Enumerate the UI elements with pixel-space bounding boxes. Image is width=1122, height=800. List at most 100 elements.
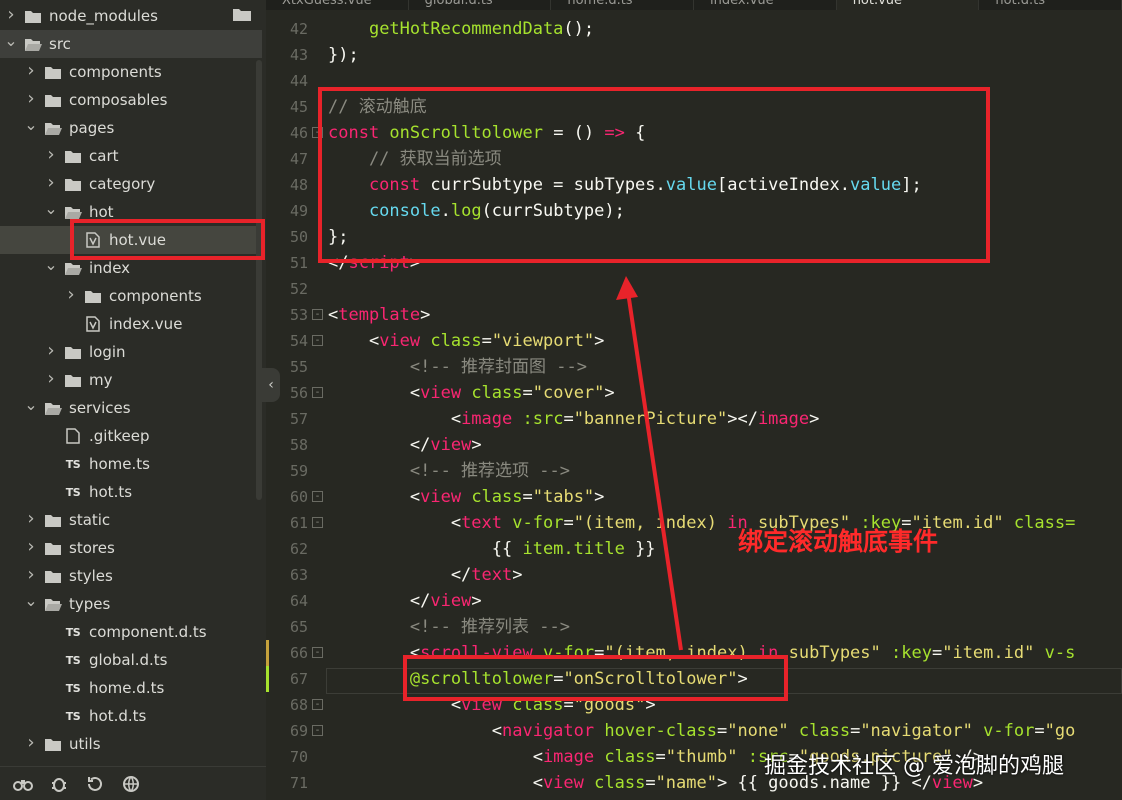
code-line[interactable]: 64 </view> bbox=[266, 588, 1122, 614]
code-line[interactable]: 63 </text> bbox=[266, 562, 1122, 588]
tree-item-hot-vue[interactable]: hot.vue bbox=[0, 226, 262, 254]
code-line[interactable]: 61- <text v-for="(item, index) in subTyp… bbox=[266, 510, 1122, 536]
code-line[interactable]: 44 bbox=[266, 68, 1122, 94]
tree-item-components[interactable]: › components bbox=[0, 58, 262, 86]
git-sync-icon[interactable] bbox=[84, 774, 106, 794]
tree-item-component-d-ts[interactable]: TS component.d.ts bbox=[0, 618, 262, 646]
code-line[interactable]: 53- <template> bbox=[266, 302, 1122, 328]
code-line[interactable]: 60- <view class="tabs"> bbox=[266, 484, 1122, 510]
chevron-down-icon[interactable]: ⌄ bbox=[24, 591, 38, 610]
fold-toggle[interactable]: - bbox=[312, 309, 323, 320]
chevron-down-icon[interactable]: ⌄ bbox=[24, 115, 38, 134]
editor-tab[interactable]: XtxGuess.vue bbox=[266, 0, 409, 10]
code-line[interactable]: 66- <scroll-view v-for="(item, index) in… bbox=[266, 640, 1122, 666]
tree-item-category[interactable]: › category bbox=[0, 170, 262, 198]
editor-tab[interactable]: home.d.ts bbox=[551, 0, 695, 10]
chevron-right-icon[interactable]: › bbox=[44, 144, 58, 165]
tree-item-hot-d-ts[interactable]: TS hot.d.ts bbox=[0, 702, 262, 730]
tree-item-home-ts[interactable]: TS home.ts bbox=[0, 450, 262, 478]
editor-tab[interactable]: index.vue bbox=[694, 0, 837, 10]
code-line[interactable]: 43}); bbox=[266, 42, 1122, 68]
editor-tab[interactable]: global.d.ts bbox=[409, 0, 552, 10]
tree-item-static[interactable]: › static bbox=[0, 506, 262, 534]
fold-toggle[interactable]: - bbox=[312, 725, 323, 736]
tree-item-types[interactable]: ⌄ types bbox=[0, 590, 262, 618]
code-token: hover-class bbox=[604, 721, 717, 741]
code-line[interactable]: 51 </script> bbox=[266, 250, 1122, 276]
chevron-right-icon[interactable]: › bbox=[4, 4, 18, 25]
tree-item-index-vue[interactable]: index.vue bbox=[0, 310, 262, 338]
code-line[interactable]: 55 <!-- 推荐封面图 --> bbox=[266, 354, 1122, 380]
code-line[interactable]: 42 getHotRecommendData(); bbox=[266, 16, 1122, 42]
code-token: image bbox=[757, 409, 810, 429]
chevron-down-icon[interactable]: ⌄ bbox=[24, 395, 38, 414]
code-line[interactable]: 47 // 获取当前选项 bbox=[266, 146, 1122, 172]
chevron-down-icon[interactable]: ⌄ bbox=[4, 31, 18, 50]
fold-toggle[interactable]: - bbox=[312, 647, 323, 658]
tree-item--gitkeep[interactable]: .gitkeep bbox=[0, 422, 262, 450]
fold-toggle[interactable]: - bbox=[312, 491, 323, 502]
tree-item-hot-ts[interactable]: TS hot.ts bbox=[0, 478, 262, 506]
editor-tab[interactable]: hot.vue bbox=[836, 0, 980, 10]
code-line[interactable]: 62 {{ item.title }} bbox=[266, 536, 1122, 562]
code-line[interactable]: 45 // 滚动触底 bbox=[266, 94, 1122, 120]
tree-item-stores[interactable]: › stores bbox=[0, 534, 262, 562]
chevron-right-icon[interactable]: › bbox=[24, 564, 38, 585]
chevron-right-icon[interactable]: › bbox=[44, 172, 58, 193]
code-line[interactable]: 54- <view class="viewport"> bbox=[266, 328, 1122, 354]
globe-icon[interactable] bbox=[120, 774, 142, 794]
code-line[interactable]: 49 console.log(currSubtype); bbox=[266, 198, 1122, 224]
tree-item-composables[interactable]: › composables bbox=[0, 86, 262, 114]
code-line[interactable]: 50}; bbox=[266, 224, 1122, 250]
tree-item-components[interactable]: › components bbox=[0, 282, 262, 310]
code-line[interactable]: 59 <!-- 推荐选项 --> bbox=[266, 458, 1122, 484]
tree-item-home-d-ts[interactable]: TS home.d.ts bbox=[0, 674, 262, 702]
new-folder-icon[interactable] bbox=[232, 6, 252, 26]
tree-item-index[interactable]: ⌄ index bbox=[0, 254, 262, 282]
tree-item-cart[interactable]: › cart bbox=[0, 142, 262, 170]
fold-toggle[interactable]: - bbox=[312, 699, 323, 710]
code-token: . bbox=[440, 201, 451, 221]
chevron-right-icon[interactable]: › bbox=[24, 88, 38, 109]
ts-file-icon: TS bbox=[64, 708, 82, 724]
binoculars-icon[interactable] bbox=[12, 774, 34, 794]
code-line[interactable]: 57 <image :src="bannerPicture"></image> bbox=[266, 406, 1122, 432]
tree-item-login[interactable]: › login bbox=[0, 338, 262, 366]
collapse-sidebar-button[interactable]: ‹ bbox=[262, 368, 280, 402]
code-line[interactable]: 56- <view class="cover"> bbox=[266, 380, 1122, 406]
chevron-right-icon[interactable]: › bbox=[64, 284, 78, 305]
chevron-right-icon[interactable]: › bbox=[44, 368, 58, 389]
tree-item-hot[interactable]: ⌄ hot bbox=[0, 198, 262, 226]
tree-item-src[interactable]: ⌄ src bbox=[0, 30, 262, 58]
tree-item-services[interactable]: ⌄ services bbox=[0, 394, 262, 422]
code-line[interactable]: 69- <navigator hover-class="none" class=… bbox=[266, 718, 1122, 744]
code-editor[interactable]: 42 getHotRecommendData(); 43}); 44 45// 滚动触… bbox=[266, 10, 1122, 800]
tree-item-styles[interactable]: › styles bbox=[0, 562, 262, 590]
chevron-down-icon[interactable]: ⌄ bbox=[44, 255, 58, 274]
code-line[interactable]: 68- <view class="goods"> bbox=[266, 692, 1122, 718]
tree-item-pages[interactable]: ⌄ pages bbox=[0, 114, 262, 142]
sidebar-scrollbar[interactable] bbox=[256, 60, 262, 500]
chevron-right-icon[interactable]: › bbox=[24, 732, 38, 753]
tree-item-global-d-ts[interactable]: TS global.d.ts bbox=[0, 646, 262, 674]
tree-item-my[interactable]: › my bbox=[0, 366, 262, 394]
code-line[interactable]: 46- const onScrolltolower = () => { bbox=[266, 120, 1122, 146]
chevron-down-icon[interactable]: ⌄ bbox=[44, 199, 58, 218]
chevron-right-icon[interactable]: › bbox=[24, 508, 38, 529]
code-line[interactable]: 48 const currSubtype = subTypes.value[ac… bbox=[266, 172, 1122, 198]
bug-icon[interactable] bbox=[48, 774, 70, 794]
code-line[interactable]: 52 bbox=[266, 276, 1122, 302]
tree-item-utils[interactable]: › utils bbox=[0, 730, 262, 758]
editor-tab[interactable]: hot.d.ts bbox=[979, 0, 1122, 10]
tree-item-node-modules[interactable]: › node_modules bbox=[0, 2, 262, 30]
fold-toggle[interactable]: - bbox=[312, 517, 323, 528]
code-line[interactable]: 65 <!-- 推荐列表 --> bbox=[266, 614, 1122, 640]
chevron-right-icon[interactable]: › bbox=[24, 536, 38, 557]
fold-toggle[interactable]: - bbox=[312, 127, 323, 138]
chevron-right-icon[interactable]: › bbox=[44, 340, 58, 361]
code-line[interactable]: 58 </view> bbox=[266, 432, 1122, 458]
code-line[interactable]: 67 @scrolltolower="onScrolltolower"> bbox=[266, 666, 1122, 692]
fold-toggle[interactable]: - bbox=[312, 335, 323, 346]
chevron-right-icon[interactable]: › bbox=[24, 60, 38, 81]
fold-toggle[interactable]: - bbox=[312, 387, 323, 398]
